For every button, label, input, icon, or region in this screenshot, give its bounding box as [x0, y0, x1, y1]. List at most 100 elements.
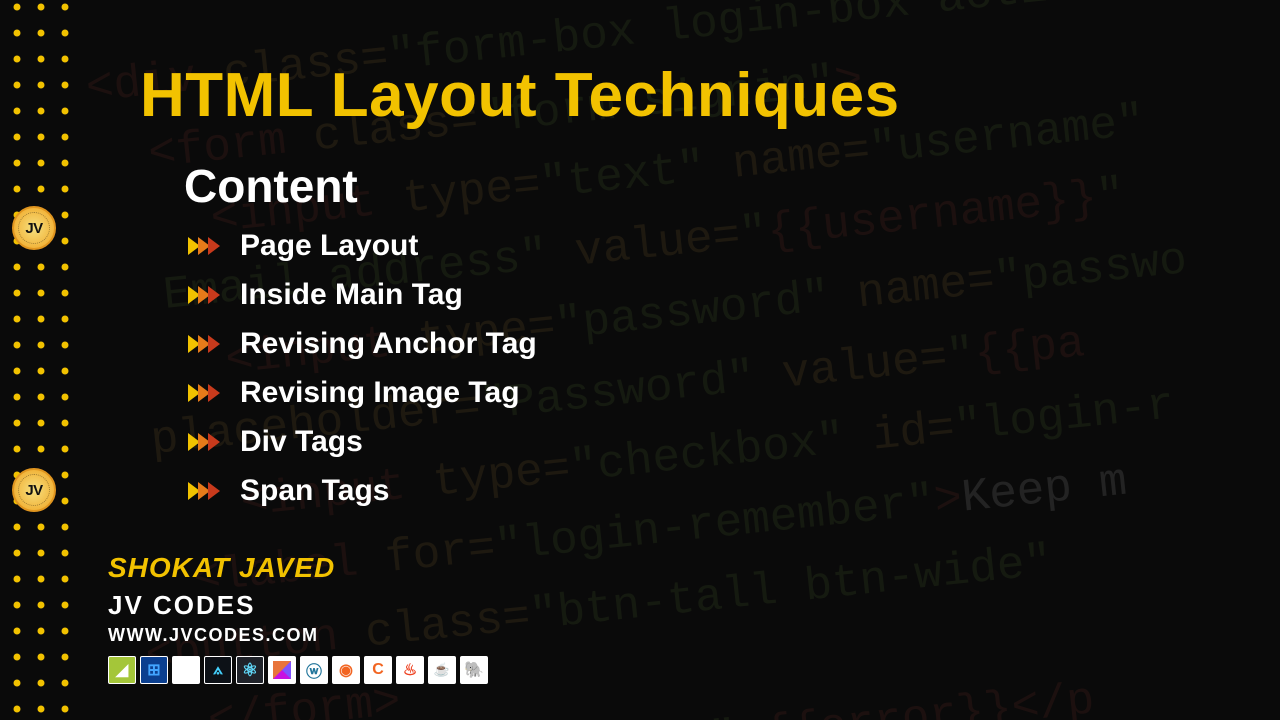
dot-row — [14, 420, 70, 426]
dot — [14, 368, 20, 374]
dot — [62, 212, 68, 218]
dot — [14, 602, 20, 608]
triple-chevron-right-icon — [188, 283, 226, 307]
toc-item: Div Tags — [188, 425, 1240, 459]
dot — [62, 394, 68, 400]
author-name: SHOKAT JAVED — [108, 552, 488, 584]
dot — [38, 576, 44, 582]
dot — [38, 82, 44, 88]
dot-row — [14, 654, 70, 660]
podcast-icon: ◉ — [332, 656, 360, 684]
dot — [38, 680, 44, 686]
dot — [62, 160, 68, 166]
toc-item-label: Inside Main Tag — [240, 278, 463, 312]
dot — [62, 290, 68, 296]
decorative-dot-strip — [0, 0, 70, 720]
table-of-contents: Page Layout Inside Main Tag Revising Ancho… — [188, 229, 1240, 508]
dot — [62, 524, 68, 530]
site-url: WWW.JVCODES.COM — [108, 625, 488, 646]
dot-row — [14, 160, 70, 166]
dot — [14, 30, 20, 36]
dot-row — [14, 602, 70, 608]
dot-row — [14, 4, 70, 10]
dot — [62, 654, 68, 660]
dot-row — [14, 706, 70, 712]
dot — [14, 56, 20, 62]
dot — [14, 394, 20, 400]
toc-item: Inside Main Tag — [188, 278, 1240, 312]
dot — [14, 576, 20, 582]
dot — [62, 550, 68, 556]
dot — [38, 56, 44, 62]
toc-item-label: Revising Anchor Tag — [240, 327, 537, 361]
triple-chevron-right-icon — [188, 332, 226, 356]
android-icon: ◢ — [108, 656, 136, 684]
dot-row — [14, 524, 70, 530]
gradle-icon: 🐘 — [460, 656, 488, 684]
react-icon: ⚛ — [236, 656, 264, 684]
dot — [14, 342, 20, 348]
flutter-icon: ⟑ — [204, 656, 232, 684]
apple-icon — [172, 656, 200, 684]
dot-row — [14, 680, 70, 686]
dot — [38, 628, 44, 634]
footer-credits: SHOKAT JAVED JV CODES WWW.JVCODES.COM ◢⊞… — [108, 552, 488, 684]
dot — [62, 680, 68, 686]
dot — [38, 342, 44, 348]
dot — [14, 160, 20, 166]
dot — [62, 30, 68, 36]
toc-item-label: Revising Image Tag — [240, 376, 520, 410]
dot — [14, 134, 20, 140]
tech-icon-row: ◢⊞⟑⚛ⓦ◉C♨☕🐘 — [108, 656, 488, 684]
dot — [14, 264, 20, 270]
dot — [14, 446, 20, 452]
dot — [38, 602, 44, 608]
toc-item-label: Div Tags — [240, 425, 363, 459]
toc-item: Revising Image Tag — [188, 376, 1240, 410]
dot-row — [14, 30, 70, 36]
dot-row — [14, 446, 70, 452]
toc-item-label: Span Tags — [240, 474, 389, 508]
dot — [38, 30, 44, 36]
dot — [14, 290, 20, 296]
dot — [14, 706, 20, 712]
triple-chevron-right-icon — [188, 234, 226, 258]
jv-badge-icon: JV — [12, 468, 56, 512]
jv-badge-icon: JV — [12, 206, 56, 250]
dot — [14, 316, 20, 322]
dot — [62, 316, 68, 322]
dot — [38, 394, 44, 400]
dot — [14, 628, 20, 634]
dot — [14, 654, 20, 660]
dot — [38, 264, 44, 270]
dot — [38, 524, 44, 530]
dot — [38, 420, 44, 426]
dot — [62, 342, 68, 348]
dot — [62, 706, 68, 712]
dot — [62, 602, 68, 608]
codeigniter-icon: ♨ — [396, 656, 424, 684]
content-heading: Content — [184, 159, 1240, 213]
dot-row — [14, 394, 70, 400]
cms-icon: C — [364, 656, 392, 684]
triple-chevron-right-icon — [188, 479, 226, 503]
dot-row — [14, 108, 70, 114]
dot — [38, 186, 44, 192]
brand-name: JV CODES — [108, 590, 488, 621]
dot — [38, 290, 44, 296]
dot — [62, 4, 68, 10]
slide-title: HTML Layout Techniques — [140, 60, 1240, 131]
dot — [62, 576, 68, 582]
dot — [14, 4, 20, 10]
dot — [62, 264, 68, 270]
dot — [62, 446, 68, 452]
dot — [14, 524, 20, 530]
dot-row — [14, 342, 70, 348]
dot — [38, 134, 44, 140]
toc-item-label: Page Layout — [240, 229, 418, 263]
dot — [38, 108, 44, 114]
dot — [62, 472, 68, 478]
dot-row — [14, 576, 70, 582]
dot — [62, 498, 68, 504]
dot — [62, 420, 68, 426]
